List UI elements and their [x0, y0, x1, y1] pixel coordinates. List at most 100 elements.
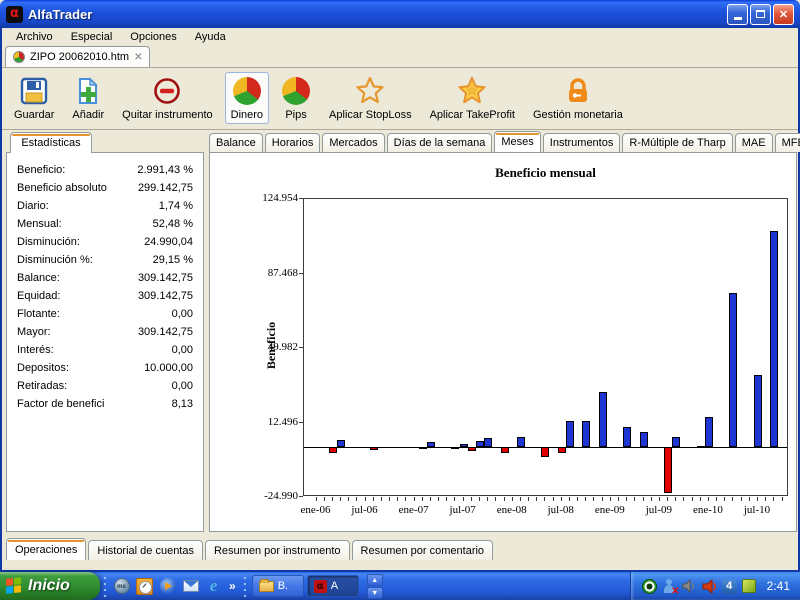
chart-bar-jul-08	[558, 447, 566, 453]
stats-row: Equidad: 309.142,75	[7, 287, 203, 305]
x-axis-tick-mark	[741, 497, 742, 501]
stats-label: Equidad:	[17, 290, 60, 302]
tab-instrumentos[interactable]: Instrumentos	[543, 133, 621, 152]
x-axis-tick-label: jul-08	[538, 504, 584, 516]
x-axis-tick-label: ene-10	[685, 504, 731, 516]
star-outline-icon	[355, 76, 385, 106]
msn-icon[interactable]: ms	[112, 577, 131, 596]
tab-mae[interactable]: MAE	[735, 133, 773, 152]
x-axis-tick-mark	[569, 497, 570, 501]
tab-meses[interactable]: Meses	[494, 131, 540, 152]
remove-instrument-button[interactable]: Quitar instrumento	[116, 72, 218, 124]
tab-balance[interactable]: Balance	[209, 133, 263, 152]
x-axis-tick-label: ene-08	[489, 504, 535, 516]
volume-horn-icon[interactable]	[701, 578, 718, 595]
x-axis-tick-mark	[708, 497, 709, 501]
outlook-express-icon[interactable]	[181, 577, 200, 596]
tab-estadisticas[interactable]: Estadísticas	[10, 132, 92, 153]
dinero-button[interactable]: Dinero	[225, 72, 269, 124]
tab-mfe[interactable]: MFE	[775, 133, 800, 152]
antivirus-eye-icon[interactable]	[641, 578, 658, 595]
x-axis-tick-label: ene-07	[391, 504, 437, 516]
chart-bar-may-08	[541, 447, 549, 457]
x-axis-tick-mark	[634, 497, 635, 501]
tab-label: Instrumentos	[550, 137, 614, 149]
tab-mercados[interactable]: Mercados	[322, 133, 384, 152]
menu-item-archivo[interactable]: Archivo	[8, 30, 61, 44]
window-body: ArchivoEspecialOpcionesAyuda ZIPO 200620…	[0, 28, 800, 572]
task-button-a[interactable]: αA	[307, 575, 359, 597]
apply-stoploss-button[interactable]: Aplicar StopLoss	[323, 72, 418, 124]
stats-value: 309.142,75	[138, 290, 193, 302]
blue-4-icon[interactable]: 4	[721, 578, 738, 595]
document-tab[interactable]: ZIPO 20062010.htm ✕	[5, 46, 150, 67]
chart-bar-abr-10	[729, 293, 737, 448]
chart-bar-jul-07	[460, 444, 468, 447]
tab-r-m-ltiple-de-tharp[interactable]: R-Múltiple de Tharp	[622, 133, 732, 152]
tab-historial-de-cuentas[interactable]: Historial de cuentas	[88, 540, 203, 560]
x-axis-tick-mark	[667, 497, 668, 501]
x-axis-tick-mark	[700, 497, 701, 501]
tab-resumen-por-comentario[interactable]: Resumen por comentario	[352, 540, 494, 560]
y-axis-tick-label: -24.990	[240, 490, 298, 502]
pips-button[interactable]: Pips	[275, 72, 317, 124]
stats-tab-label: Estadísticas	[21, 137, 80, 149]
task-button-b[interactable]: B.	[252, 575, 304, 597]
speaker-muted-icon[interactable]	[681, 578, 698, 595]
chart-bar-jun-07	[451, 447, 459, 449]
chart-bar-sep-07	[476, 441, 484, 447]
clock-icon[interactable]	[135, 577, 154, 596]
stats-label: Mayor:	[17, 326, 51, 338]
x-axis-tick-mark	[782, 497, 783, 501]
y-axis-tick-label: 12.496	[240, 416, 298, 428]
save-floppy-icon	[19, 76, 49, 106]
stats-value: 309.142,75	[138, 272, 193, 284]
tab-resumen-por-instrumento[interactable]: Resumen por instrumento	[205, 540, 350, 560]
x-axis-tick-mark	[438, 497, 439, 501]
toolbar-label: Quitar instrumento	[122, 109, 212, 121]
media-player-icon[interactable]	[158, 577, 177, 596]
taskbar-scroll-down-button[interactable]: ▼	[367, 587, 383, 599]
apply-takeprofit-button[interactable]: Aplicar TakeProfit	[424, 72, 521, 124]
menu-item-especial[interactable]: Especial	[63, 30, 121, 44]
chart-panel: Beneficio mensual Beneficio 124.95487.46…	[209, 152, 797, 532]
stats-value: 0,00	[172, 308, 193, 320]
tab-horarios[interactable]: Horarios	[265, 133, 321, 152]
save-button[interactable]: Guardar	[8, 72, 60, 124]
quick-launch-overflow-chevron[interactable]: »	[227, 579, 238, 593]
stats-value: 10.000,00	[144, 362, 193, 374]
x-axis-tick-label: jul-09	[636, 504, 682, 516]
windows-flag-icon	[6, 577, 22, 595]
add-button[interactable]: Añadir	[66, 72, 110, 124]
tab-operaciones[interactable]: Operaciones	[6, 538, 86, 560]
menubar: ArchivoEspecialOpcionesAyuda	[2, 28, 798, 45]
document-tab-close-icon[interactable]: ✕	[134, 52, 142, 63]
tab-d-as-de-la-semana[interactable]: Días de la semana	[387, 133, 493, 152]
money-management-button[interactable]: Gestión monetaria	[527, 72, 629, 124]
restore-button[interactable]	[750, 4, 771, 25]
start-label: Inicio	[28, 577, 70, 595]
start-button[interactable]: Inicio	[0, 572, 100, 600]
messenger-offline-icon[interactable]: ✕	[661, 578, 678, 595]
taskbar-separator	[102, 575, 108, 597]
menu-item-ayuda[interactable]: Ayuda	[187, 30, 234, 44]
chart-bar-ago-08	[566, 421, 574, 448]
taskbar: Inicio ms e » B.αA ▲ ▼ ✕ 4 2:41	[0, 572, 800, 600]
chart-bar-abr-06	[337, 440, 345, 448]
add-document-icon	[73, 76, 103, 106]
close-button[interactable]: ✕	[773, 4, 794, 25]
stats-label: Disminución %:	[17, 254, 93, 266]
system-tray: ✕ 4 2:41	[630, 572, 800, 600]
internet-explorer-icon[interactable]: e	[204, 577, 223, 596]
minimize-button[interactable]	[727, 4, 748, 25]
chart-bar-oct-08	[582, 421, 590, 448]
x-axis-tick-mark	[544, 497, 545, 501]
taskbar-scroll-up-button[interactable]: ▲	[367, 574, 383, 586]
gpu-utility-icon[interactable]	[741, 578, 758, 595]
menu-item-opciones[interactable]: Opciones	[122, 30, 184, 44]
x-axis-tick-mark	[602, 497, 603, 501]
chart-bar-feb-07	[419, 447, 427, 449]
chart-bar-mar-06	[329, 447, 337, 453]
taskbar-separator	[242, 575, 248, 597]
x-axis-tick-mark	[618, 497, 619, 501]
